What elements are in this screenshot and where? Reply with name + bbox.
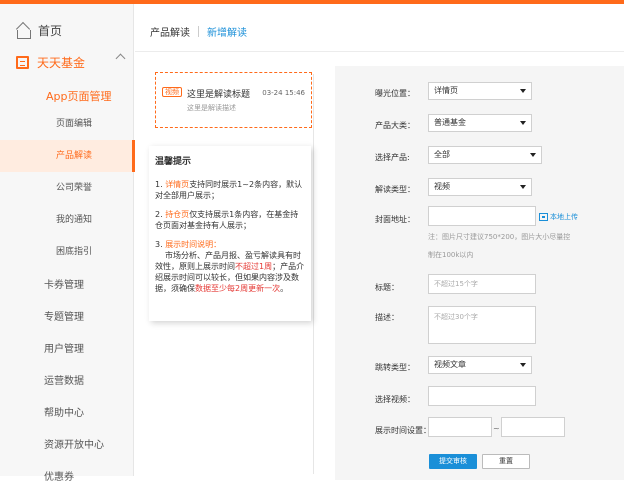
product-type-value: 普通基金 xyxy=(434,118,466,127)
tips-text: 。 xyxy=(280,284,289,293)
preview-time: 03-24 15:46 xyxy=(262,89,305,97)
sidebar-group-label: 天天基金 xyxy=(37,56,86,70)
interp-type-select[interactable]: 视频 xyxy=(428,178,532,196)
sidebar-item-resources[interactable]: 资源开放中心 xyxy=(0,430,134,462)
sidebar-item-ops-data[interactable]: 运营数据 xyxy=(0,366,134,398)
tips-highlight: 展示时间说明： xyxy=(165,240,222,249)
cover-url-input[interactable] xyxy=(428,206,536,226)
upload-button[interactable]: 本地上传 xyxy=(539,212,578,222)
tab-bar: 产品解读 新增解读 xyxy=(150,24,247,39)
tips-item-2: 2. 持仓页仅支持展示1条内容，在基金持仓页面对基金持有人展示； xyxy=(155,209,305,231)
title-label: 标题： xyxy=(375,283,399,292)
tips-highlight: 详情页 xyxy=(165,180,190,189)
tips-num: 1. xyxy=(155,180,166,189)
sidebar-item-page-edit[interactable]: 页面编辑 xyxy=(0,108,134,140)
tips-warning: 不超过1周 xyxy=(235,262,273,271)
tips-item-1: 1. 详情页支持同时展示1~2条内容，默认对全部用户展示； xyxy=(155,179,305,201)
preview-desc: 这里是解读描述 xyxy=(187,104,236,112)
tips-warning: 数据至少每2周更新一次 xyxy=(195,284,281,293)
preview-card[interactable]: 视频 这里是解读标题 03-24 15:46 这里是解读描述 xyxy=(155,72,312,128)
sidebar-subgroup-app-pages[interactable]: App页面管理 xyxy=(46,88,112,104)
exposure-value: 详情页 xyxy=(434,86,458,95)
main-content: 产品解读 新增解读 视频 这里是解读标题 03-24 15:46 这里是解读描述… xyxy=(135,4,624,480)
jump-type-value: 视频文章 xyxy=(434,360,466,369)
caret-down-icon xyxy=(520,89,526,93)
submit-review-button[interactable]: 提交审核 xyxy=(429,454,477,469)
sidebar-item-guide[interactable]: 困底指引 xyxy=(0,236,134,268)
jump-type-label: 跳转类型： xyxy=(375,363,415,372)
cover-note-line2: 制在100k以内 xyxy=(428,251,474,259)
image-icon xyxy=(539,213,548,221)
sidebar-item-discount[interactable]: 优惠券 xyxy=(0,462,134,494)
cover-label: 封面地址： xyxy=(375,215,415,224)
sidebar-item-users[interactable]: 用户管理 xyxy=(0,334,134,366)
exposure-select[interactable]: 详情页 xyxy=(428,82,532,100)
interp-type-label: 解读类型： xyxy=(375,185,415,194)
select-product-value: 全部 xyxy=(434,150,450,159)
select-product-label: 选择产品: xyxy=(375,153,410,162)
tips-num: 3. xyxy=(155,240,166,249)
cover-note-line1: 注：图片尺寸建议750*200，图片大小尽量控 xyxy=(428,233,571,241)
product-type-select[interactable]: 普通基金 xyxy=(428,114,532,132)
tab-underline xyxy=(135,51,624,52)
tips-title: 温馨提示 xyxy=(155,157,192,167)
display-time-end[interactable] xyxy=(501,417,565,437)
sidebar-item-product-interp[interactable]: 产品解读 xyxy=(0,140,135,172)
desc-label: 描述： xyxy=(375,313,399,322)
select-product-select[interactable]: 全部 xyxy=(428,146,542,164)
caret-down-icon xyxy=(520,185,526,189)
sidebar-item-company-honor[interactable]: 公司荣誉 xyxy=(0,172,134,204)
home-icon xyxy=(16,24,31,39)
preview-divider xyxy=(313,74,314,474)
tips-highlight: 持仓页 xyxy=(165,210,190,219)
caret-down-icon xyxy=(520,363,526,367)
sidebar-item-home[interactable]: 首页 xyxy=(16,22,62,39)
caret-down-icon xyxy=(530,153,536,157)
tab-new-interp[interactable]: 新增解读 xyxy=(207,24,247,39)
range-tilde: ~ xyxy=(493,424,500,433)
sidebar-item-help[interactable]: 帮助中心 xyxy=(0,398,134,430)
interp-type-value: 视频 xyxy=(434,182,450,191)
video-tag: 视频 xyxy=(162,87,182,97)
tab-product-interp[interactable]: 产品解读 xyxy=(150,24,190,39)
select-video-input[interactable] xyxy=(428,386,536,406)
sidebar-item-my-notice[interactable]: 我的通知 xyxy=(0,204,134,236)
tips-panel: 温馨提示 1. 详情页支持同时展示1~2条内容，默认对全部用户展示； 2. 持仓… xyxy=(149,146,311,321)
upload-label: 本地上传 xyxy=(550,213,578,221)
desc-textarea[interactable]: 不超过30个字 xyxy=(428,306,536,344)
sidebar-home-label: 首页 xyxy=(38,24,63,38)
caret-down-icon xyxy=(520,121,526,125)
title-input[interactable]: 不超过15个字 xyxy=(428,274,536,294)
chevron-up-icon xyxy=(115,53,126,64)
fund-icon xyxy=(16,56,29,69)
jump-type-select[interactable]: 视频文章 xyxy=(428,356,532,374)
tab-divider xyxy=(198,26,199,37)
tips-item-3: 3. 展示时间说明： 市场分析、产品月报、盈亏解读具有时效性，原则上展示时间不超过… xyxy=(155,239,305,294)
display-time-start[interactable] xyxy=(428,417,492,437)
preview-title: 这里是解读标题 xyxy=(187,90,251,100)
interp-form: 曝光位置： 详情页 产品大类： 普通基金 选择产品: 全部 解读类型： 视频 封… xyxy=(335,66,624,480)
sidebar-item-coupons[interactable]: 卡券管理 xyxy=(0,270,134,302)
display-time-label: 展示时间设置： xyxy=(375,426,431,435)
reset-button[interactable]: 重置 xyxy=(482,454,530,469)
sidebar-group-tiantian[interactable]: 天天基金 xyxy=(16,53,128,71)
exposure-label: 曝光位置： xyxy=(375,89,415,98)
sidebar-item-topics[interactable]: 专题管理 xyxy=(0,302,134,334)
sidebar: 首页 天天基金 App页面管理 页面编辑 产品解读 公司荣誉 我的通知 困底指引… xyxy=(0,4,135,483)
product-type-label: 产品大类： xyxy=(375,121,415,130)
tips-num: 2. xyxy=(155,210,166,219)
select-video-label: 选择视频： xyxy=(375,395,415,404)
